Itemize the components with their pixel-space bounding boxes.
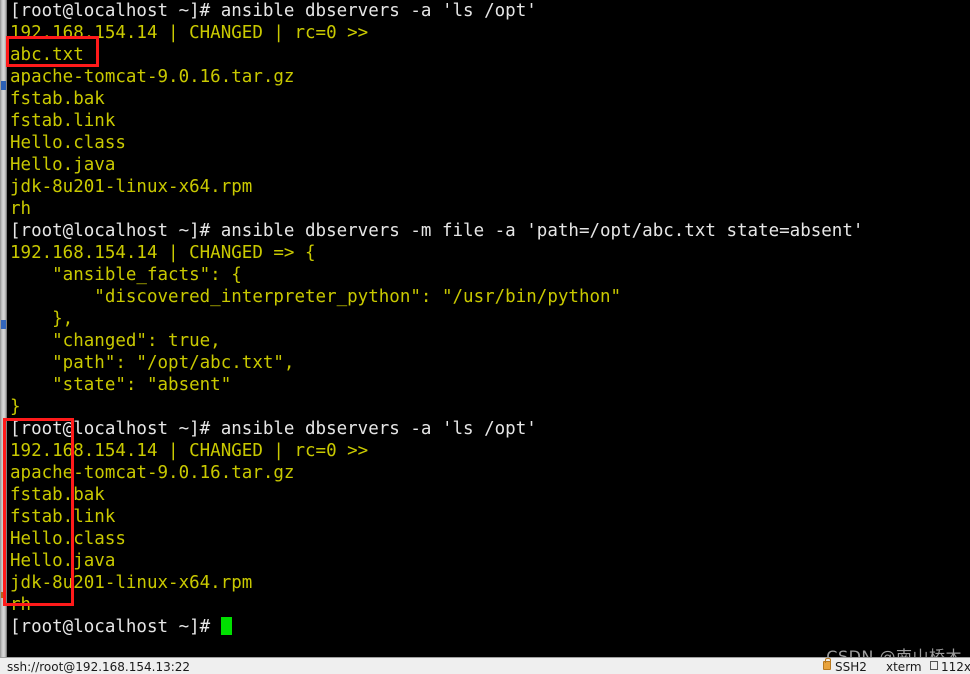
terminal-window: [root@localhost ~]# ansible dbservers -a… (0, 0, 970, 674)
terminal-line: Hello.class (10, 133, 126, 153)
lock-icon (823, 658, 831, 670)
terminal-line: jdk-8u201-linux-x64.rpm (10, 573, 253, 593)
terminal-line: rh (10, 199, 32, 219)
terminal-screen[interactable]: [root@localhost ~]# ansible dbservers -a… (7, 0, 970, 657)
terminal-line: fstab.bak (10, 485, 105, 505)
terminal-line: "path": "/opt/abc.txt", (10, 353, 295, 373)
scrollbar-mark[interactable] (1, 320, 6, 329)
scrollbar-mark[interactable] (1, 592, 6, 598)
status-bar: ssh://root@192.168.154.13:22 SSH2 xterm … (0, 657, 970, 674)
terminal-line: 192.168.154.14 | CHANGED | rc=0 >> (10, 441, 369, 461)
terminal-line: [root@localhost ~]# ansible dbservers -a… (10, 419, 537, 439)
vertical-scrollbar[interactable] (0, 0, 7, 657)
terminal-line: Hello.java (10, 155, 116, 175)
terminal-line: fstab.bak (10, 89, 105, 109)
status-terminal-type-label: xterm (886, 660, 922, 674)
terminal-line: Hello.class (10, 529, 126, 549)
terminal-line: abc.txt (10, 45, 84, 65)
terminal-line: apache-tomcat-9.0.16.tar.gz (10, 67, 295, 87)
terminal-line: } (10, 397, 21, 417)
status-protocol-label: SSH2 (835, 660, 867, 674)
terminal-line: "state": "absent" (10, 375, 232, 395)
terminal-line: apache-tomcat-9.0.16.tar.gz (10, 463, 295, 483)
status-size-label: 112x (941, 660, 970, 674)
text-cursor (220, 617, 232, 635)
terminal-line: [root@localhost ~]# ansible dbservers -m… (10, 221, 864, 241)
terminal-line: Hello.java (10, 551, 116, 571)
terminal-line: fstab.link (10, 507, 116, 527)
terminal-line: "changed": true, (10, 331, 221, 351)
terminal-line: 192.168.154.14 | CHANGED => { (10, 243, 316, 263)
terminal-line: fstab.link (10, 111, 116, 131)
terminal-line: jdk-8u201-linux-x64.rpm (10, 177, 253, 197)
terminal-line: [root@localhost ~]# ansible dbservers -a… (10, 1, 537, 21)
scrollbar-thumb[interactable] (1, 81, 6, 90)
terminal-line: rh (10, 595, 32, 615)
terminal-line: 192.168.154.14 | CHANGED | rc=0 >> (10, 23, 369, 43)
status-connection-label: ssh://root@192.168.154.13:22 (7, 660, 191, 674)
resize-icon (930, 661, 938, 670)
terminal-line: "discovered_interpreter_python": "/usr/b… (10, 287, 622, 307)
prompt-text: [root@localhost ~]# (10, 617, 221, 637)
terminal-prompt-line: [root@localhost ~]# (10, 616, 232, 638)
terminal-line: "ansible_facts": { (10, 265, 242, 285)
terminal-line: }, (10, 309, 74, 329)
